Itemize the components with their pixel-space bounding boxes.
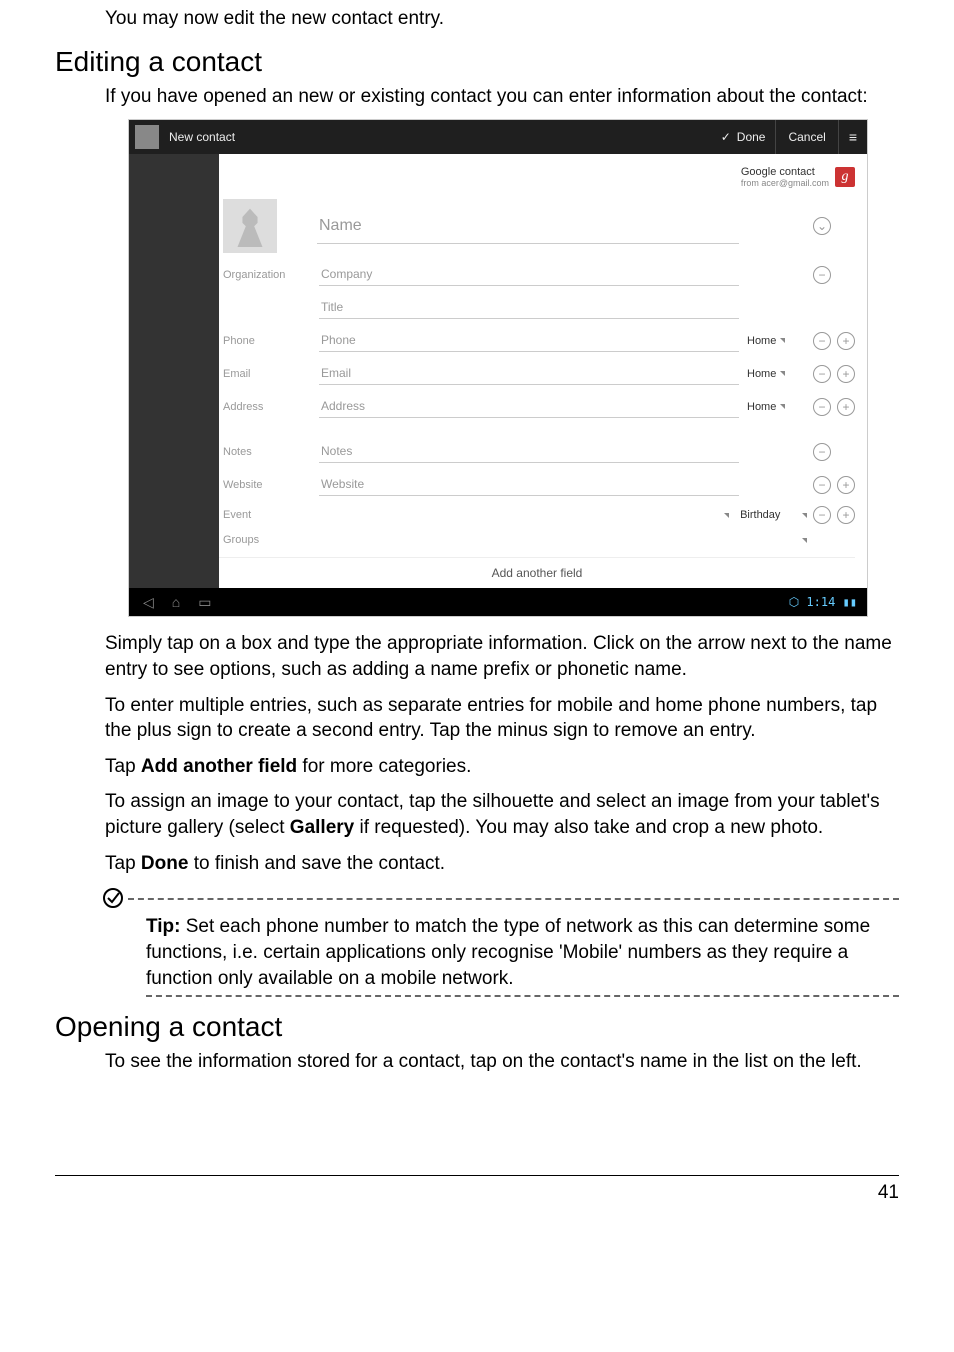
account-label: Google contact [741, 166, 815, 178]
check-icon: ✓ [721, 130, 731, 144]
chevron-down-icon [724, 513, 729, 518]
event-field[interactable] [319, 511, 716, 519]
para-assign-image: To assign an image to your contact, tap … [105, 789, 899, 840]
system-nav-bar: ◁ ⌂ ▭ ⬡ 1:14 ▮▮ [129, 588, 867, 616]
expand-name-options-icon[interactable]: ⌄ [813, 217, 831, 235]
add-email-icon[interactable]: + [837, 365, 855, 383]
add-another-field-button[interactable]: Add another field [219, 557, 855, 588]
chevron-down-icon [780, 404, 785, 409]
add-address-icon[interactable]: + [837, 398, 855, 416]
remove-notes-icon[interactable]: − [813, 443, 831, 461]
phone-type-select[interactable]: Home [739, 335, 807, 347]
tip-label: Tip: [146, 916, 180, 937]
recent-apps-icon[interactable]: ▭ [198, 594, 211, 611]
para-opening: To see the information stored for a cont… [105, 1049, 899, 1075]
home-icon[interactable]: ⌂ [172, 594, 180, 611]
remove-org-icon[interactable]: − [813, 266, 831, 284]
groups-label: Groups [219, 534, 319, 546]
para-add-another: Tap Add another field for more categorie… [105, 754, 899, 780]
back-icon[interactable]: ◁ [143, 594, 154, 611]
para-tap-done: Tap Done to finish and save the contact. [105, 851, 899, 877]
edit-intro: If you have opened an new or existing co… [105, 84, 899, 110]
notes-field[interactable]: Notes [319, 440, 739, 463]
website-label: Website [219, 479, 319, 491]
page-footer: 41 [55, 1175, 899, 1204]
org-label: Organization [219, 269, 319, 281]
chevron-down-icon[interactable] [802, 538, 807, 543]
google-badge-icon: g [835, 167, 855, 187]
overflow-menu-icon[interactable]: ≡ [838, 120, 867, 154]
wifi-icon: ⬡ [789, 595, 799, 609]
sidebar-strip [129, 154, 219, 588]
heading-opening-contact: Opening a contact [55, 1011, 899, 1043]
title-field[interactable]: Title [319, 296, 739, 319]
remove-event-icon[interactable]: − [813, 506, 831, 524]
event-label: Event [219, 509, 319, 521]
remove-address-icon[interactable]: − [813, 398, 831, 416]
address-field[interactable]: Address [319, 395, 739, 418]
tip-icon [102, 887, 124, 909]
email-label: Email [219, 368, 319, 380]
email-type-select[interactable]: Home [739, 368, 807, 380]
para-simply-tap: Simply tap on a box and type the appropr… [105, 631, 899, 682]
add-phone-icon[interactable]: + [837, 332, 855, 350]
groups-field[interactable] [319, 536, 734, 544]
screenshot-action-bar: New contact ✓ Done Cancel ≡ [129, 120, 867, 154]
contact-editor-screenshot: New contact ✓ Done Cancel ≡ Google conta… [128, 119, 868, 617]
intro-text: You may now edit the new contact entry. [105, 6, 899, 32]
tip-box: Tip: Set each phone number to match the … [102, 888, 899, 997]
done-button[interactable]: ✓ Done [711, 130, 776, 144]
screen-title: New contact [169, 130, 711, 144]
website-field[interactable]: Website [319, 473, 739, 496]
done-label: Done [737, 130, 766, 144]
clock: 1:14 [806, 595, 835, 609]
phone-label: Phone [219, 335, 319, 347]
add-event-icon[interactable]: + [837, 506, 855, 524]
para-multiple-entries: To enter multiple entries, such as separ… [105, 693, 899, 744]
add-website-icon[interactable]: + [837, 476, 855, 494]
heading-editing-contact: Editing a contact [55, 46, 899, 78]
account-row[interactable]: Google contact from acer@gmail.com g [219, 160, 855, 194]
company-field[interactable]: Company [319, 263, 739, 286]
phone-field[interactable]: Phone [319, 329, 739, 352]
remove-email-icon[interactable]: − [813, 365, 831, 383]
address-label: Address [219, 401, 319, 413]
page-number: 41 [878, 1182, 899, 1203]
event-type-select[interactable]: Birthday [716, 509, 798, 521]
chevron-down-icon [802, 513, 807, 518]
email-field[interactable]: Email [319, 362, 739, 385]
app-icon [135, 125, 159, 149]
battery-icon: ▮▮ [843, 595, 857, 609]
cancel-button[interactable]: Cancel [775, 120, 837, 154]
notes-label: Notes [219, 446, 319, 458]
tip-text: Set each phone number to match the type … [146, 916, 870, 988]
remove-website-icon[interactable]: − [813, 476, 831, 494]
chevron-down-icon [780, 338, 785, 343]
remove-phone-icon[interactable]: − [813, 332, 831, 350]
address-type-select[interactable]: Home [739, 401, 807, 413]
contact-avatar[interactable] [223, 199, 277, 253]
chevron-down-icon [780, 371, 785, 376]
name-field[interactable]: Name [317, 209, 739, 244]
account-sub: from acer@gmail.com [741, 178, 829, 188]
